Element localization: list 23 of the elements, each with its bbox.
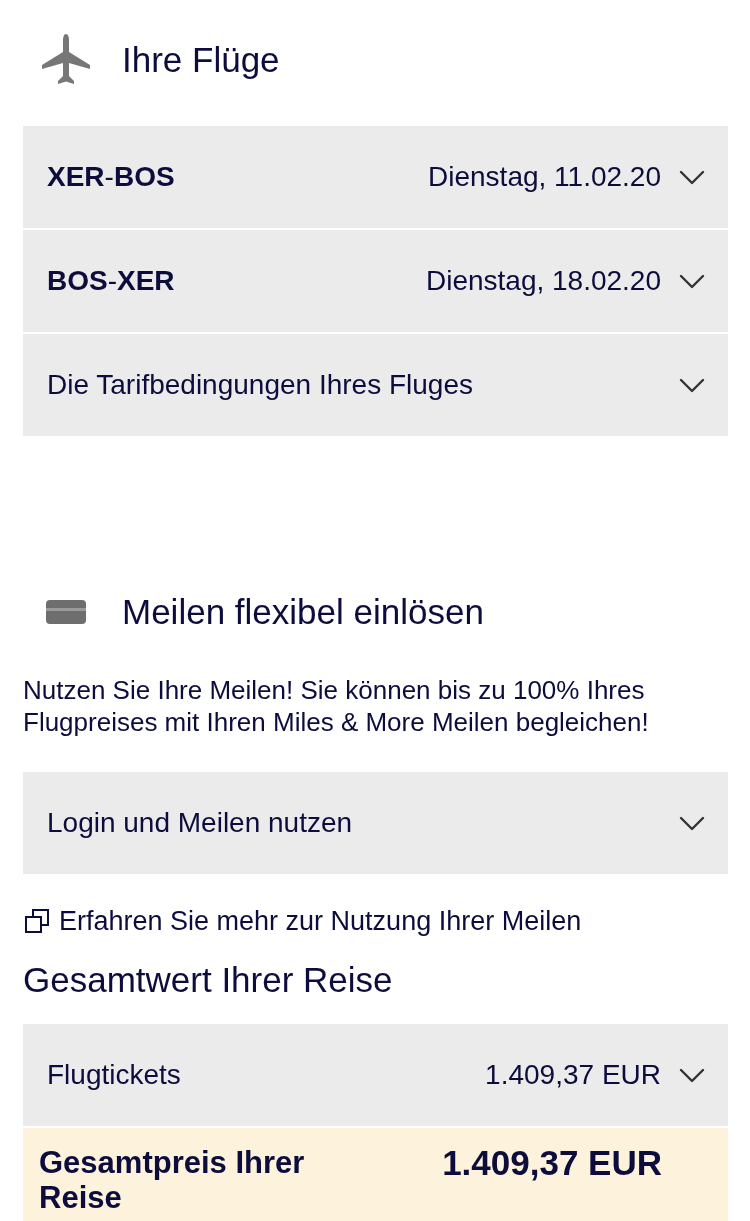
- accordion-row[interactable]: BOS-XER Dienstag, 18.02.20: [23, 230, 728, 332]
- airplane-icon: [42, 34, 90, 86]
- intro-text: Nutzen Sie Ihre Meilen! Sie können bis zu 100% Ihres Flugpreises mit Ihren Miles & More Meilen begleichen!: [23, 674, 650, 738]
- credit-card-icon: [46, 600, 86, 624]
- external-link-icon: [25, 909, 49, 933]
- price-text: 1.409,37 EUR: [485, 1059, 661, 1091]
- date-text: Dienstag, 18.02.20: [425, 265, 661, 297]
- accordion-row[interactable]: Die Tarifbedingungen Ihres Fluges: [23, 334, 728, 436]
- route-text: BOS-XER: [47, 265, 175, 297]
- info-link[interactable]: Erfahren Sie mehr zur Nutzung Ihrer Meilen: [59, 905, 582, 937]
- route-text: XER-BOS: [47, 161, 175, 193]
- section-title: Meilen flexibel einlösen: [122, 591, 484, 633]
- total-price: 1.409,37 EUR: [442, 1145, 662, 1181]
- accordion-row[interactable]: XER-BOS Dienstag, 11.02.20: [23, 126, 728, 228]
- row-label: Flugtickets: [47, 1059, 181, 1091]
- section-title: Ihre Flüge: [122, 39, 280, 81]
- accordion-row[interactable]: Flugtickets 1.409,37 EUR: [23, 1024, 728, 1126]
- row-label: Login und Meilen nutzen: [47, 807, 353, 839]
- date-text: Dienstag, 11.02.20: [428, 161, 661, 193]
- section-title: Gesamtwert Ihrer Reise: [23, 960, 394, 1000]
- total-label: Gesamtpreis Ihrer Reise: [39, 1145, 306, 1215]
- row-label: Die Tarifbedingungen Ihres Fluges: [47, 369, 473, 401]
- accordion-row[interactable]: Login und Meilen nutzen: [23, 772, 728, 874]
